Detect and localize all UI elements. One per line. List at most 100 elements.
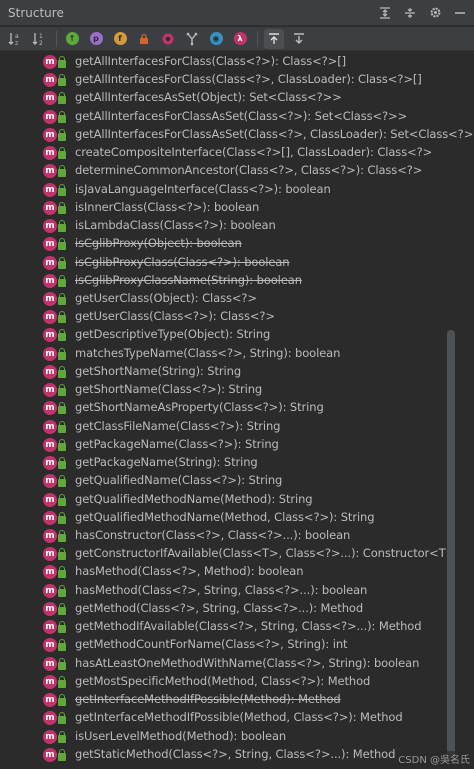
method-icon: m	[43, 237, 57, 252]
method-signature-label: getShortName(String): String	[75, 363, 242, 378]
tree-node-method[interactable]: m isJavaLanguageInterface(Class<?>): bool…	[0, 181, 474, 199]
tree-node-method[interactable]: m hasConstructor(Class<?>, Class<?>...): …	[0, 527, 474, 545]
method-icon: m	[43, 146, 57, 161]
tree-node-method[interactable]: m getMethod(Class<?>, String, Class<?>...…	[0, 600, 474, 618]
tree-node-method[interactable]: m getMethodIfAvailable(Class<?>, String, …	[0, 618, 474, 636]
expand-all-button[interactable]	[374, 2, 396, 24]
tree-node-method[interactable]: m getConstructorIfAvailable(Class<T>, Cla…	[0, 545, 474, 563]
tree-node-method[interactable]: m isLambdaClass(Class<?>): boolean	[0, 217, 474, 235]
autoscroll-from-source-button[interactable]	[290, 30, 308, 48]
public-lock-icon	[58, 566, 66, 579]
show-properties-button[interactable]: p	[87, 30, 105, 48]
method-signature-label: isJavaLanguageInterface(Class<?>): boole…	[75, 181, 331, 196]
show-inherited-button[interactable]: ↑	[63, 30, 81, 48]
tree-node-method[interactable]: m getQualifiedName(Class<?>): String	[0, 472, 474, 490]
tree-node-method[interactable]: m getQualifiedMethodName(Method): String	[0, 491, 474, 509]
tree-node-method[interactable]: m getMostSpecificMethod(Method, Class<?>)…	[0, 673, 474, 691]
method-signature-label: determineCommonAncestor(Class<?>, Class<…	[75, 163, 423, 178]
public-lock-icon	[58, 274, 66, 287]
method-signature-label: hasAtLeastOneMethodWithName(Class<?>, St…	[75, 655, 420, 670]
tree-node-method[interactable]: m getInterfaceMethodIfPossible(Method): M…	[0, 691, 474, 709]
method-signature-label: isCglibProxyClassName(String): boolean	[75, 272, 302, 287]
tree-node-method[interactable]: m getPackageName(Class<?>): String	[0, 436, 474, 454]
tree-node-method[interactable]: m matchesTypeName(Class<?>, String): bool…	[0, 345, 474, 363]
sort-by-alpha-button[interactable]: az	[6, 30, 24, 48]
public-lock-icon	[58, 730, 66, 743]
method-icon: m	[43, 620, 57, 635]
show-anonymous-classes-icon: ◉	[209, 32, 223, 45]
structure-tree[interactable]: m getAllInterfacesForClass(Class<?>): Cla…	[0, 52, 474, 769]
tree-node-method[interactable]: m getAllInterfacesForClassAsSet(Class<?>)…	[0, 108, 474, 126]
tree-node-method[interactable]: m isInnerClass(Class<?>): boolean	[0, 199, 474, 217]
tree-node-method[interactable]: m hasMethod(Class<?>, Method): boolean	[0, 563, 474, 581]
tree-node-method[interactable]: m getShortName(String): String	[0, 363, 474, 381]
method-signature-label: getInterfaceMethodIfPossible(Method): Me…	[75, 692, 341, 707]
tree-node-method[interactable]: m getInterfaceMethodIfPossible(Method, Cl…	[0, 709, 474, 727]
settings-button[interactable]	[424, 2, 446, 24]
public-lock-icon	[58, 165, 66, 178]
public-lock-icon	[58, 639, 66, 652]
method-icon: m	[43, 656, 57, 671]
public-lock-icon	[58, 238, 66, 251]
method-signature-label: matchesTypeName(Class<?>, String): boole…	[75, 345, 341, 360]
tree-node-method[interactable]: m determineCommonAncestor(Class<?>, Class…	[0, 162, 474, 180]
tree-node-method[interactable]: m hasMethod(Class<?>, String, Class<?>...…	[0, 582, 474, 600]
tree-node-method[interactable]: m getDescriptiveType(Object): String	[0, 326, 474, 344]
method-signature-label: getMethodIfAvailable(Class<?>, String, C…	[75, 619, 422, 634]
method-icon: m	[43, 328, 57, 343]
tree-node-method[interactable]: m getShortNameAsProperty(Class<?>): Strin…	[0, 399, 474, 417]
tree-node-method[interactable]: m getAllInterfacesForClass(Class<?>): Cla…	[0, 53, 474, 71]
tree-node-method[interactable]: m isCglibProxyClassName(String): boolean	[0, 272, 474, 290]
sort-visibility-icon: 12	[32, 32, 43, 47]
tree-node-method[interactable]: m getMethodCountForName(Class<?>, String)…	[0, 636, 474, 654]
show-lambda-icon: λ	[233, 32, 247, 45]
public-lock-icon	[58, 292, 66, 305]
public-lock-icon	[58, 56, 66, 68]
method-signature-label: getClassFileName(Class<?>): String	[75, 418, 281, 433]
method-signature-label: isInnerClass(Class<?>): boolean	[75, 199, 260, 214]
show-non-public-button[interactable]	[135, 30, 153, 48]
sort-by-visibility-button[interactable]: 12	[30, 30, 48, 48]
method-icon: m	[43, 492, 57, 507]
method-signature-label: getAllInterfacesForClass(Class<?>, Class…	[75, 72, 422, 87]
tree-node-method[interactable]: m getUserClass(Class<?>): Class<?>	[0, 308, 474, 326]
tree-node-method[interactable]: m getAllInterfacesAsSet(Object): Set<Clas…	[0, 89, 474, 107]
method-signature-label: getQualifiedName(Class<?>): String	[75, 473, 283, 488]
method-icon: m	[43, 729, 57, 744]
autoscroll-to-source-icon	[269, 32, 279, 44]
tree-node-method[interactable]: m getClassFileName(Class<?>): String	[0, 418, 474, 436]
hide-button[interactable]	[449, 2, 471, 24]
method-signature-label: getUserClass(Class<?>): Class<?>	[75, 309, 275, 324]
tree-node-method[interactable]: m getShortName(Class<?>): String	[0, 381, 474, 399]
method-icon: m	[43, 401, 57, 416]
show-anonymous-classes-button[interactable]: ◉	[207, 30, 225, 48]
public-lock-icon	[58, 602, 66, 615]
tree-node-method[interactable]: m hasAtLeastOneMethodWithName(Class<?>, S…	[0, 655, 474, 673]
autoscroll-to-source-button[interactable]	[264, 28, 284, 49]
show-lambdas-button[interactable]	[183, 30, 201, 48]
method-signature-label: hasMethod(Class<?>, String, Class<?>...)…	[75, 582, 368, 597]
show-fields-button[interactable]: f	[111, 30, 129, 48]
tree-node-method[interactable]: m createCompositeInterface(Class<?>[], Cl…	[0, 144, 474, 162]
toolbar-separator	[56, 30, 57, 47]
tree-node-method[interactable]: m isUserLevelMethod(Method): boolean	[0, 728, 474, 746]
method-signature-label: getPackageName(String): String	[75, 455, 258, 470]
public-lock-icon	[58, 183, 66, 196]
vertical-scrollbar-thumb[interactable]	[447, 330, 455, 760]
method-icon: m	[43, 364, 57, 379]
public-lock-icon	[58, 548, 66, 561]
tree-node-method[interactable]: m getAllInterfacesForClass(Class<?>, Clas…	[0, 71, 474, 89]
method-icon: m	[43, 219, 57, 234]
collapse-all-button[interactable]	[399, 2, 421, 24]
tree-node-method[interactable]: m isCglibProxy(Object): boolean	[0, 235, 474, 253]
tree-node-method[interactable]: m getPackageName(String): String	[0, 454, 474, 472]
show-lambda-button[interactable]: λ	[231, 30, 249, 48]
tree-node-method[interactable]: m getQualifiedMethodName(Method, Class<?>…	[0, 509, 474, 527]
expand-all-icon	[380, 6, 390, 19]
method-signature-label: hasMethod(Class<?>, Method): boolean	[75, 564, 304, 579]
show-anonymous-button[interactable]	[159, 30, 177, 48]
svg-text:a: a	[15, 33, 19, 40]
tree-node-method[interactable]: m isCglibProxyClass(Class<?>): boolean	[0, 254, 474, 272]
tree-node-method[interactable]: m getAllInterfacesForClassAsSet(Class<?>,…	[0, 126, 474, 144]
tree-node-method[interactable]: m getUserClass(Object): Class<?>	[0, 290, 474, 308]
